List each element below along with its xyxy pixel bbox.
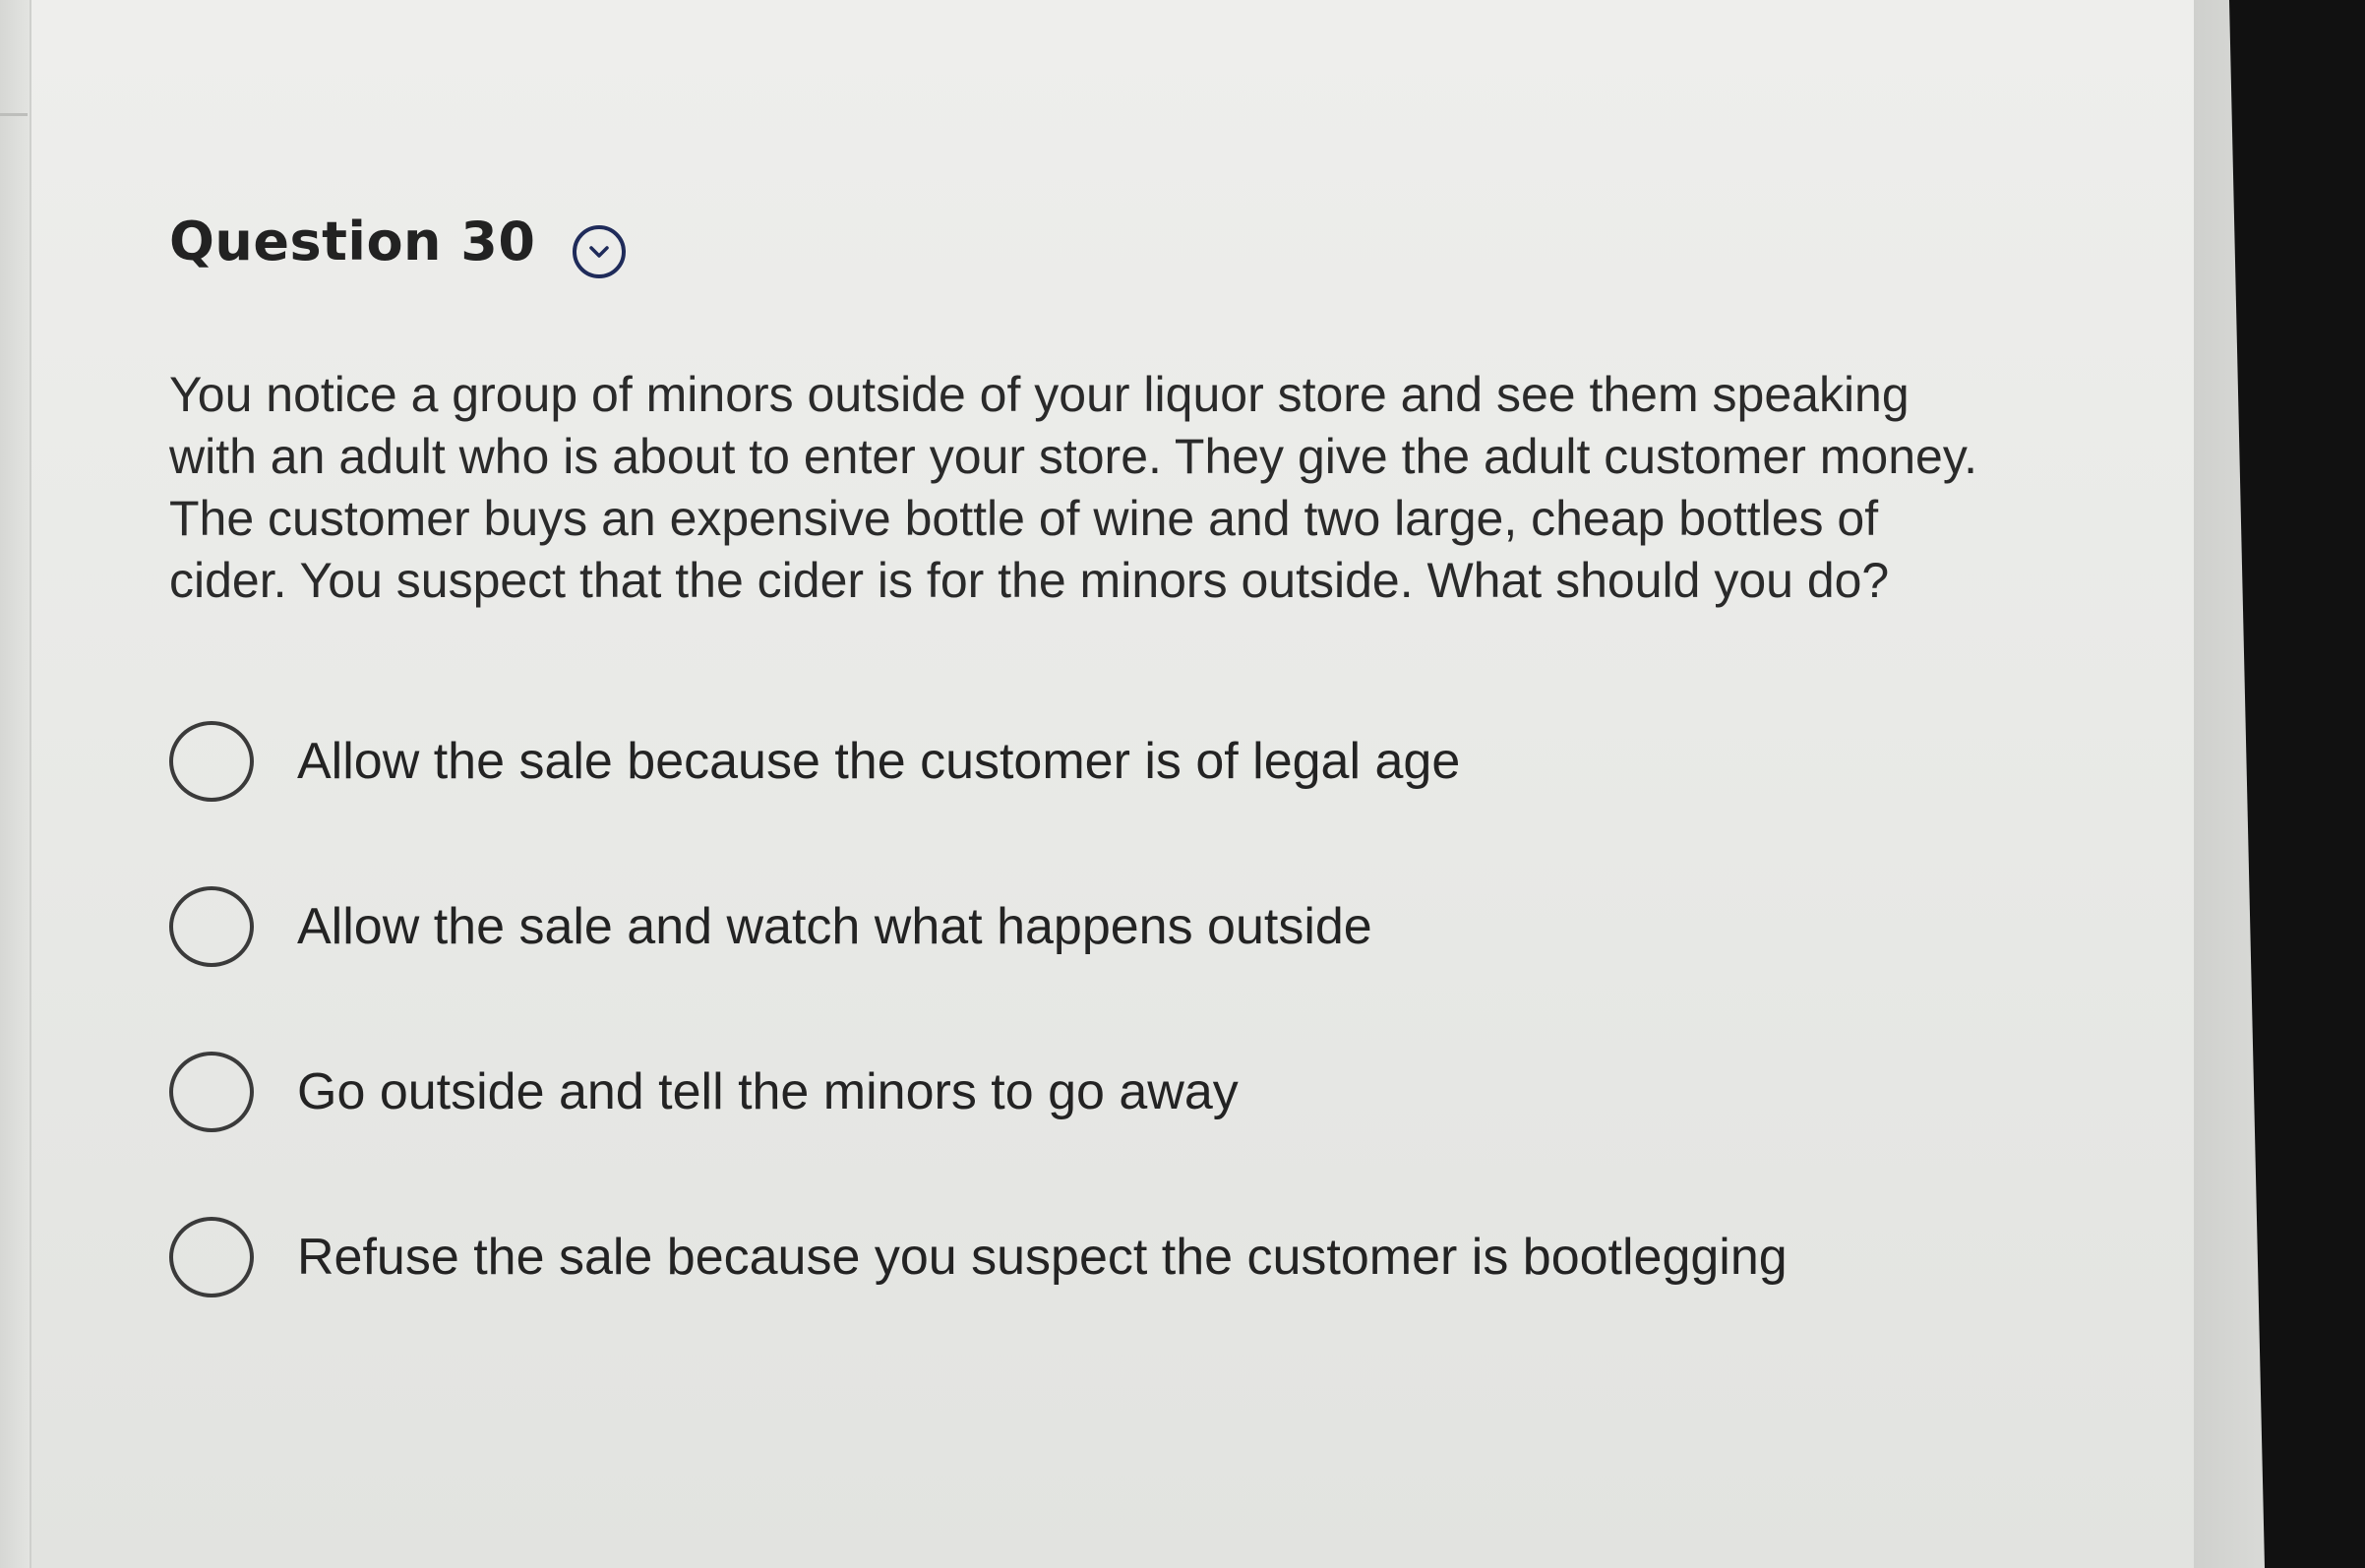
question-header: Question 30 — [169, 197, 2137, 285]
screen: Question 30 You notice a group of minors… — [0, 0, 2365, 1568]
question-title: Question 30 — [169, 210, 536, 272]
answer-option[interactable]: Refuse the sale because you suspect the … — [169, 1216, 2137, 1298]
question-card: Question 30 You notice a group of minors… — [169, 197, 2137, 1381]
answer-options: Allow the sale because the customer is o… — [169, 720, 2137, 1298]
question-prompt: You notice a group of minors outside of … — [169, 367, 1978, 608]
radio-button[interactable] — [169, 886, 254, 967]
radio-button[interactable] — [169, 721, 254, 802]
radio-button[interactable] — [169, 1052, 254, 1132]
answer-option-label: Allow the sale and watch what happens ou… — [297, 898, 1372, 955]
question-toggle-button[interactable] — [573, 225, 627, 278]
answer-option-label: Refuse the sale because you suspect the … — [297, 1229, 1788, 1286]
radio-button[interactable] — [169, 1217, 254, 1297]
left-panel-edge — [0, 0, 31, 1568]
answer-option[interactable]: Allow the sale and watch what happens ou… — [169, 885, 2137, 968]
answer-option-label: Allow the sale because the customer is o… — [297, 733, 1461, 790]
answer-option-label: Go outside and tell the minors to go awa… — [297, 1063, 1239, 1120]
left-panel-divider — [0, 113, 28, 116]
answer-option[interactable]: Allow the sale because the customer is o… — [169, 720, 2137, 803]
chevron-down-icon — [589, 246, 610, 258]
answer-option[interactable]: Go outside and tell the minors to go awa… — [169, 1051, 2137, 1133]
